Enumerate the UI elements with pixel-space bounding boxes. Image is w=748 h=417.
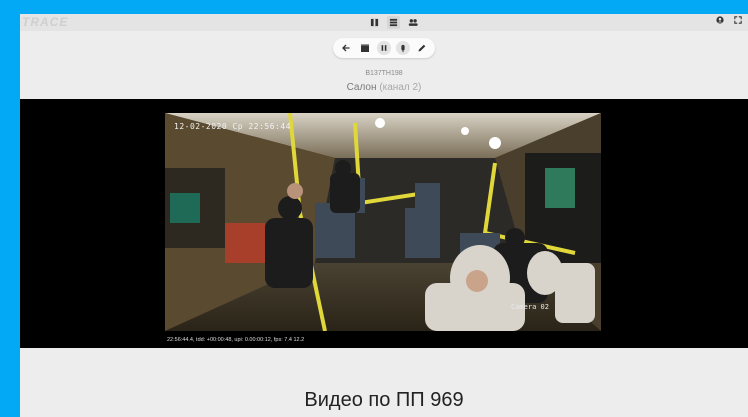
vehicle-id: В137ТН198 — [365, 70, 403, 77]
pause-icon — [381, 45, 387, 51]
fullscreen-icon[interactable] — [734, 16, 742, 24]
video-player[interactable]: 12-02-2020 Ср 22:56:44 Camera 02 22:56:4… — [20, 99, 748, 348]
back-button[interactable] — [339, 41, 353, 55]
account-icon[interactable] — [716, 16, 724, 24]
people-icon — [408, 19, 418, 26]
video-status-line: 22:56:44.4, tdd: +00:00:48, upi: 0.00:00… — [167, 337, 305, 343]
clapperboard-icon — [361, 44, 370, 52]
app-logo: TRACE — [22, 15, 69, 29]
list-icon — [389, 18, 398, 27]
microphone-icon — [401, 44, 405, 52]
page-heading: Видео по ПП 969 — [304, 389, 464, 411]
people-view-button[interactable] — [406, 16, 419, 29]
osd-camera-label: Camera 02 — [511, 303, 549, 311]
back-icon — [342, 44, 350, 52]
clapperboard-button[interactable] — [358, 41, 372, 55]
top-nav — [368, 16, 419, 29]
list-view-button[interactable] — [387, 16, 400, 29]
top-bar: TRACE — [20, 14, 748, 31]
channel-label: Салон (канал 2) — [20, 82, 748, 93]
pause-button[interactable] — [376, 41, 391, 55]
bus-interior-image — [165, 113, 601, 331]
app-window: TRACE В137ТН198 Салон (канал 2) 12-02-20… — [20, 14, 748, 417]
pencil-icon — [418, 44, 425, 52]
channel-name: Салон — [346, 82, 377, 93]
osd-timestamp: 12-02-2020 Ср 22:56:44 — [174, 122, 291, 131]
map-icon — [370, 18, 379, 27]
pencil-button[interactable] — [415, 41, 429, 55]
player-toolbar — [333, 38, 435, 58]
microphone-button[interactable] — [395, 41, 410, 55]
top-right-controls — [716, 16, 742, 24]
map-view-button[interactable] — [368, 16, 381, 29]
video-frame[interactable]: 12-02-2020 Ср 22:56:44 Camera 02 — [165, 113, 601, 331]
channel-sub: (канал 2) — [379, 82, 422, 93]
